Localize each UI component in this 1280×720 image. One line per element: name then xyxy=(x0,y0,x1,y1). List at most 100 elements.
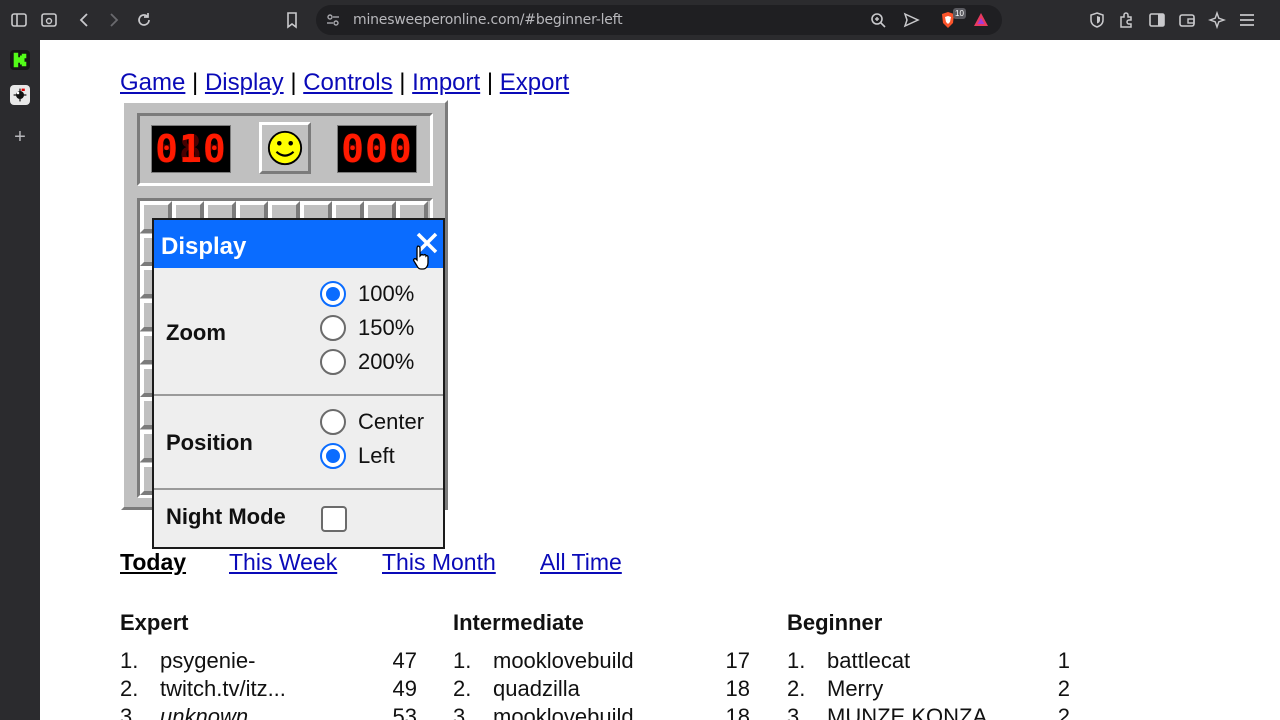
tab-today[interactable]: Today xyxy=(120,549,186,576)
brave-rewards-icon[interactable] xyxy=(971,10,991,30)
player-name[interactable]: mooklovebuild xyxy=(493,648,634,674)
rank: 1. xyxy=(787,648,806,673)
time: 2 xyxy=(1057,704,1070,720)
position-option-center[interactable]: Center xyxy=(320,408,424,436)
leaderboard-row: 3. MUNZE KONZA 2 xyxy=(787,704,1070,720)
smiley-face-button[interactable] xyxy=(259,122,311,174)
menu-display-link[interactable]: Display xyxy=(205,69,284,96)
leo-ai-icon[interactable] xyxy=(1207,10,1227,30)
shields-count-badge: 10 xyxy=(953,8,966,19)
zoom-option-100[interactable]: 100% xyxy=(320,280,414,308)
player-name[interactable]: mooklovebuild xyxy=(493,704,634,720)
time: 17 xyxy=(725,648,750,673)
zoom-icon[interactable] xyxy=(868,10,888,30)
player-name[interactable]: quadzilla xyxy=(493,676,580,702)
leaderboard-expert: Expert 1. psygenie- 47 2. twitch.tv/itz.… xyxy=(120,610,417,720)
zoom-150-radio[interactable] xyxy=(320,315,346,341)
rank: 2. xyxy=(453,676,472,701)
add-tab-icon[interactable]: + xyxy=(10,126,30,148)
position-option-left[interactable]: Left xyxy=(320,442,395,470)
player-name[interactable]: twitch.tv/itz... xyxy=(160,676,286,702)
zoom-200-label: 200% xyxy=(358,349,415,374)
player-name[interactable]: psygenie- xyxy=(160,648,255,674)
vpn-shield-icon[interactable] xyxy=(1087,10,1107,30)
tab-this-week[interactable]: This Week xyxy=(229,549,337,576)
forward-icon[interactable] xyxy=(104,10,124,30)
menu-icon[interactable] xyxy=(1237,10,1257,30)
leaderboard-row: 1. psygenie- 47 xyxy=(120,648,417,676)
leaderboard-row: 3. mooklovebuild 18 xyxy=(453,704,750,720)
tab-all-time[interactable]: All Time xyxy=(540,549,622,576)
menu-game-link[interactable]: Game xyxy=(120,69,185,96)
site-info-icon[interactable] xyxy=(324,11,342,29)
timer-value: 000 xyxy=(341,127,413,171)
position-label: Position xyxy=(166,430,253,455)
leaderboard-row: 2. quadzilla 18 xyxy=(453,676,750,704)
board-status-panel: 888 010 888 000 xyxy=(137,113,433,186)
menu-controls-link[interactable]: Controls xyxy=(303,69,392,96)
extensions-icon[interactable] xyxy=(1117,10,1137,30)
leaderboard-row: 3. unknown 53 xyxy=(120,704,417,720)
zoom-label: Zoom xyxy=(166,320,226,345)
time: 47 xyxy=(392,648,417,673)
back-icon[interactable] xyxy=(74,10,94,30)
position-center-radio[interactable] xyxy=(320,409,346,435)
send-icon[interactable] xyxy=(901,10,921,30)
zoom-option-200[interactable]: 200% xyxy=(320,348,414,376)
sidebar-toggle-icon[interactable] xyxy=(9,10,29,30)
url-text[interactable]: minesweeperonline.com/#beginner-left xyxy=(353,12,623,28)
rank: 1. xyxy=(120,648,139,673)
leaderboard-row: 1. mooklovebuild 17 xyxy=(453,648,750,676)
bookmark-icon[interactable] xyxy=(282,10,302,30)
browser-sidebar: + xyxy=(0,40,40,720)
leaderboard-row: 1. battlecat 1 xyxy=(787,648,1070,676)
player-name[interactable]: MUNZE KONZA xyxy=(827,704,987,720)
player-name: unknown xyxy=(160,704,249,720)
mines-counter: 888 010 xyxy=(151,125,231,173)
dialog-header: Display xyxy=(154,220,443,268)
zoom-100-label: 100% xyxy=(358,281,415,306)
hand-cursor-icon xyxy=(412,245,429,270)
game-menu: Game | Display | Controls | Import | Exp… xyxy=(120,69,569,97)
address-bar[interactable]: minesweeperonline.com/#beginner-left xyxy=(316,5,1002,35)
display-dialog: Display Zoom 100% 150% 200% Position Cen… xyxy=(152,218,445,549)
position-center-label: Center xyxy=(358,409,425,434)
leaderboard-intermediate: Intermediate 1. mooklovebuild 17 2. quad… xyxy=(453,610,750,720)
tab-this-month[interactable]: This Month xyxy=(382,549,496,576)
menu-separator: | xyxy=(192,69,199,96)
rank: 3. xyxy=(453,704,472,720)
tab-search-icon[interactable] xyxy=(39,10,59,30)
time: 49 xyxy=(392,676,417,701)
menu-import-link[interactable]: Import xyxy=(412,69,480,96)
time: 2 xyxy=(1057,676,1070,701)
position-section: Position Center Left xyxy=(154,396,443,490)
browser-toolbar: minesweeperonline.com/#beginner-left 10 xyxy=(0,0,1280,40)
zoom-option-150[interactable]: 150% xyxy=(320,314,414,342)
zoom-200-radio[interactable] xyxy=(320,349,346,375)
minesweeper-tab-icon[interactable] xyxy=(10,85,30,105)
reload-icon[interactable] xyxy=(134,10,154,30)
time: 18 xyxy=(725,676,750,701)
night-mode-section: Night Mode xyxy=(154,490,443,547)
zoom-100-radio[interactable] xyxy=(320,281,346,307)
position-left-label: Left xyxy=(358,443,395,468)
rank: 3. xyxy=(120,704,139,720)
zoom-150-label: 150% xyxy=(358,315,415,340)
kick-app-icon[interactable] xyxy=(10,50,30,70)
menu-export-link[interactable]: Export xyxy=(500,69,569,96)
wallet-icon[interactable] xyxy=(1177,10,1197,30)
rank: 2. xyxy=(120,676,139,701)
player-name[interactable]: battlecat xyxy=(827,648,910,674)
night-mode-label: Night Mode xyxy=(166,504,286,529)
rank: 1. xyxy=(453,648,472,673)
mines-counter-value: 010 xyxy=(155,127,227,171)
sidebar-panel-icon[interactable] xyxy=(1147,10,1167,30)
night-mode-checkbox[interactable] xyxy=(321,506,347,532)
zoom-section: Zoom 100% 150% 200% xyxy=(154,268,443,396)
player-name[interactable]: Merry xyxy=(827,676,883,702)
leaderboard-column-title: Expert xyxy=(120,610,189,635)
menu-separator: | xyxy=(399,69,406,96)
position-left-radio[interactable] xyxy=(320,443,346,469)
menu-separator: | xyxy=(290,69,297,96)
leaderboard-column-title: Beginner xyxy=(787,610,883,635)
